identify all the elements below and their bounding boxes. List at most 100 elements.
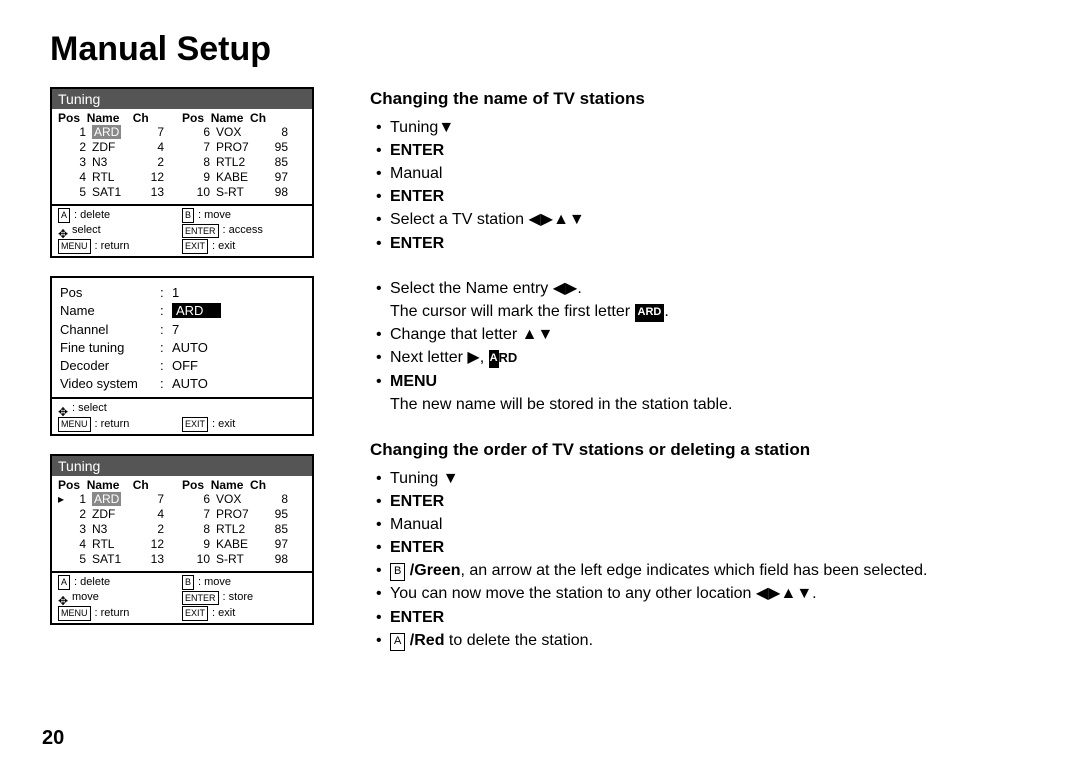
hint-exit: : exit: [212, 239, 235, 254]
table-row: 4RTL12: [58, 537, 182, 552]
hint-access: : access: [223, 223, 263, 238]
hint-select: select: [72, 223, 101, 238]
value-channel: 7: [172, 321, 304, 339]
step-item: You can now move the station to any othe…: [376, 582, 1030, 605]
label-video: Video system: [60, 375, 160, 393]
hint-return: : return: [95, 606, 130, 621]
exit-key-icon: EXIT: [182, 239, 208, 254]
label-decoder: Decoder: [60, 357, 160, 375]
hdr-ch: Ch: [133, 111, 149, 125]
step-item: Select a TV station ◀▶▲▼: [376, 208, 1030, 231]
hint-return: : return: [95, 417, 130, 432]
hdr-name: Name: [87, 111, 120, 125]
value-name-selected: ARD: [172, 303, 221, 318]
value-decoder: OFF: [172, 357, 304, 375]
left-column: Tuning Pos Name Ch Pos Name Ch 1ARD72ZDF…: [50, 87, 330, 643]
table-row: 9KABE97: [182, 537, 306, 552]
step-item: ENTER: [376, 232, 1030, 255]
hdr-pos: Pos: [182, 111, 204, 125]
step-item: Manual: [376, 513, 1030, 536]
a-key-icon: A: [58, 575, 70, 590]
table-row: 4RTL12: [58, 170, 182, 185]
menu-key-icon: MENU: [58, 239, 91, 254]
hdr-name: Name: [211, 111, 244, 125]
table-row: 1ARD7: [58, 125, 182, 140]
a-key-icon: A: [58, 208, 70, 223]
step-item: Manual: [376, 162, 1030, 185]
label-fine: Fine tuning: [60, 339, 160, 357]
step-item: Tuning ▼: [376, 467, 1030, 490]
table-row: 5SAT113: [58, 552, 182, 567]
table-row: 3N32: [58, 522, 182, 537]
table-row: 2ZDF4: [58, 140, 182, 155]
menu-key-icon: MENU: [58, 606, 91, 621]
step-item: B /Green, an arrow at the left edge indi…: [376, 559, 1030, 582]
step-item: ENTER: [376, 536, 1030, 559]
hint-select: : select: [72, 401, 107, 416]
dpad-icon: [58, 404, 68, 414]
label-channel: Channel: [60, 321, 160, 339]
b-key-icon: B: [182, 575, 194, 590]
table-row: 2ZDF4: [58, 507, 182, 522]
hdr-ch: Ch: [250, 111, 266, 125]
right-column: Changing the name of TV stations Tuning▼…: [370, 87, 1030, 674]
section1-heading: Changing the name of TV stations: [370, 87, 1030, 112]
panel-title: Tuning: [52, 456, 312, 476]
hint-delete: : delete: [74, 208, 110, 223]
page-number: 20: [42, 727, 64, 750]
table-row: ▸1ARD7: [58, 492, 182, 507]
exit-key-icon: EXIT: [182, 417, 208, 432]
panel-title: Tuning: [52, 89, 312, 109]
step-item: A /Red to delete the station.: [376, 629, 1030, 652]
hint-exit: : exit: [212, 417, 235, 432]
value-pos: 1: [172, 284, 304, 302]
value-fine: AUTO: [172, 339, 304, 357]
section1-steps: Tuning▼ ENTER Manual ENTER Select a TV s…: [370, 116, 1030, 255]
b-key-icon: B: [182, 208, 194, 223]
step-item: Change that letter ▲▼: [376, 323, 1030, 346]
hdr-name: Name: [87, 478, 120, 492]
a-cursor-icon: A: [489, 350, 499, 368]
table-row: 6VOX8: [182, 125, 306, 140]
ard-cursor-icon: ARD: [635, 304, 665, 322]
section2-steps: Tuning ▼ ENTER Manual ENTER B /Green, an…: [370, 467, 1030, 653]
station-form-panel: Pos:1 Name:ARD Channel:7 Fine tuning:AUT…: [50, 276, 314, 436]
table-row: 7PRO795: [182, 507, 306, 522]
page-title: Manual Setup: [50, 30, 1030, 69]
hdr-ch: Ch: [133, 478, 149, 492]
step-item: MENUThe new name will be stored in the s…: [376, 370, 1030, 416]
label-pos: Pos: [60, 284, 160, 302]
hdr-name: Name: [211, 478, 244, 492]
table-row: 7PRO795: [182, 140, 306, 155]
hint-move: : move: [198, 208, 231, 223]
table-row: 8RTL285: [182, 155, 306, 170]
menu-key-icon: MENU: [58, 417, 91, 432]
hdr-pos: Pos: [182, 478, 204, 492]
hint-delete: : delete: [74, 575, 110, 590]
dpad-icon: [58, 226, 68, 236]
hint-store: : store: [223, 590, 254, 605]
hint-move: move: [72, 590, 99, 605]
tuning-panel-3: Tuning Pos Name Ch Pos Name Ch ▸1ARD72ZD…: [50, 454, 314, 625]
section1-steps-b: Select the Name entry ◀▶.The cursor will…: [370, 277, 1030, 416]
table-row: 6VOX8: [182, 492, 306, 507]
step-item: ENTER: [376, 185, 1030, 208]
section2-heading: Changing the order of TV stations or del…: [370, 438, 1030, 463]
hint-return: : return: [95, 239, 130, 254]
table-row: 10S-RT98: [182, 552, 306, 567]
step-item: Next letter ▶, ARD: [376, 346, 1030, 369]
label-name: Name: [60, 302, 160, 320]
enter-key-icon: ENTER: [182, 591, 219, 606]
step-item: ENTER: [376, 606, 1030, 629]
value-video: AUTO: [172, 375, 304, 393]
table-row: 8RTL285: [182, 522, 306, 537]
table-row: 9KABE97: [182, 170, 306, 185]
a-key-icon: A: [390, 633, 405, 651]
hdr-ch: Ch: [250, 478, 266, 492]
hdr-pos: Pos: [58, 111, 80, 125]
b-key-icon: B: [390, 563, 405, 581]
table-row: 3N32: [58, 155, 182, 170]
hint-exit: : exit: [212, 606, 235, 621]
step-item: Select the Name entry ◀▶.The cursor will…: [376, 277, 1030, 323]
exit-key-icon: EXIT: [182, 606, 208, 621]
